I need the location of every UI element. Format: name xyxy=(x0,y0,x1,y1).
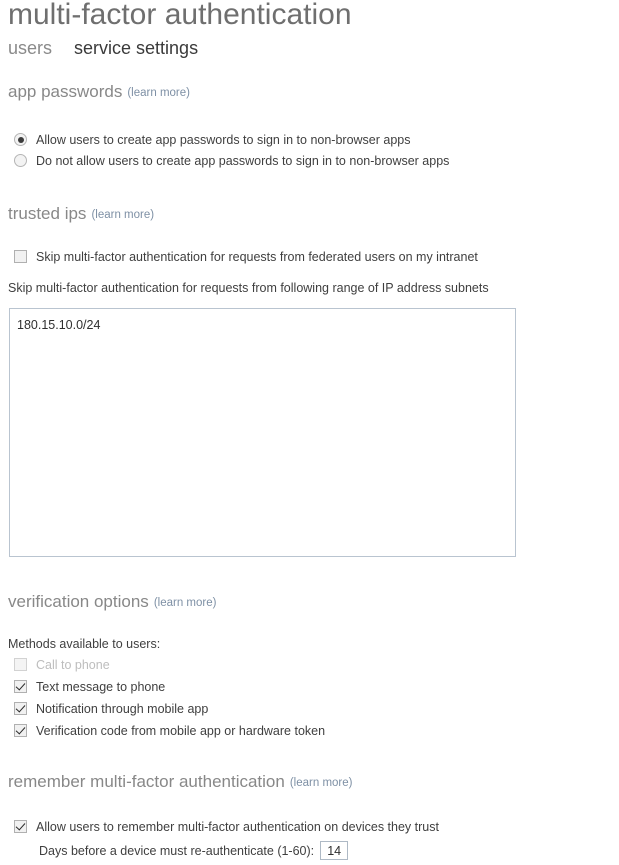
section-heading-trusted-ips: trusted ips (learn more) xyxy=(8,204,154,225)
section-heading-remember-mfa-text: remember multi-factor authentication xyxy=(8,772,285,791)
days-before-reauth-label: Days before a device must re-authenticat… xyxy=(39,843,315,858)
learn-more-link-trusted-ips[interactable]: (learn more) xyxy=(91,209,154,221)
section-heading-verification-options: verification options (learn more) xyxy=(8,592,216,613)
section-heading-app-passwords: app passwords (learn more) xyxy=(8,82,190,103)
checkbox-notification-mobile-app[interactable] xyxy=(14,702,27,715)
label-ip-subnets: Skip multi-factor authentication for req… xyxy=(8,281,489,295)
radio-allow-app-passwords[interactable] xyxy=(14,133,27,146)
checkbox-call-to-phone xyxy=(14,658,27,671)
learn-more-link-remember-mfa[interactable]: (learn more) xyxy=(290,777,353,789)
radio-label-allow-app-passwords: Allow users to create app passwords to s… xyxy=(36,133,411,147)
ip-subnets-textarea[interactable]: 180.15.10.0/24 xyxy=(9,308,516,557)
radio-row-disallow-app-passwords[interactable]: Do not allow users to create app passwor… xyxy=(14,153,449,169)
checkbox-row-text-message-to-phone[interactable]: Text message to phone xyxy=(14,679,165,695)
days-before-reauth-input[interactable] xyxy=(320,841,349,860)
days-before-reauth-row: Days before a device must re-authenticat… xyxy=(39,841,349,860)
tab-bar: users service settings xyxy=(8,37,198,59)
checkbox-verification-code-token[interactable] xyxy=(14,724,27,737)
checkbox-label-call-to-phone: Call to phone xyxy=(36,658,110,672)
checkbox-allow-remember-mfa[interactable] xyxy=(14,820,27,833)
checkbox-row-allow-remember-mfa[interactable]: Allow users to remember multi-factor aut… xyxy=(14,819,439,835)
section-heading-trusted-ips-text: trusted ips xyxy=(8,204,87,223)
checkbox-label-verification-code-token: Verification code from mobile app or har… xyxy=(36,724,326,738)
checkbox-row-notification-mobile-app[interactable]: Notification through mobile app xyxy=(14,701,208,717)
checkbox-label-text-message-to-phone: Text message to phone xyxy=(36,680,166,694)
checkbox-label-skip-federated-users: Skip multi-factor authentication for req… xyxy=(36,250,478,264)
section-heading-verification-options-text: verification options xyxy=(8,592,149,611)
radio-row-allow-app-passwords[interactable]: Allow users to create app passwords to s… xyxy=(14,132,411,148)
checkbox-row-skip-federated-users[interactable]: Skip multi-factor authentication for req… xyxy=(14,249,478,265)
mfa-service-settings-page: multi-factor authentication users servic… xyxy=(0,0,619,865)
section-heading-app-passwords-text: app passwords xyxy=(8,82,123,101)
checkbox-skip-federated-users[interactable] xyxy=(14,250,27,263)
checkbox-label-notification-mobile-app: Notification through mobile app xyxy=(36,702,209,716)
learn-more-link-verification-options[interactable]: (learn more) xyxy=(154,597,217,609)
radio-disallow-app-passwords[interactable] xyxy=(14,154,27,167)
checkbox-row-call-to-phone: Call to phone xyxy=(14,657,110,673)
checkbox-row-verification-code-token[interactable]: Verification code from mobile app or har… xyxy=(14,723,325,739)
checkbox-text-message-to-phone[interactable] xyxy=(14,680,27,693)
checkbox-label-allow-remember-mfa: Allow users to remember multi-factor aut… xyxy=(36,820,439,834)
radio-label-disallow-app-passwords: Do not allow users to create app passwor… xyxy=(36,154,450,168)
section-heading-remember-mfa: remember multi-factor authentication (lea… xyxy=(8,772,352,793)
tab-users[interactable]: users xyxy=(8,37,52,59)
tab-service-settings[interactable]: service settings xyxy=(74,37,198,59)
label-methods-available: Methods available to users: xyxy=(8,637,161,651)
page-title: multi-factor authentication xyxy=(8,0,352,31)
learn-more-link-app-passwords[interactable]: (learn more) xyxy=(127,87,190,99)
